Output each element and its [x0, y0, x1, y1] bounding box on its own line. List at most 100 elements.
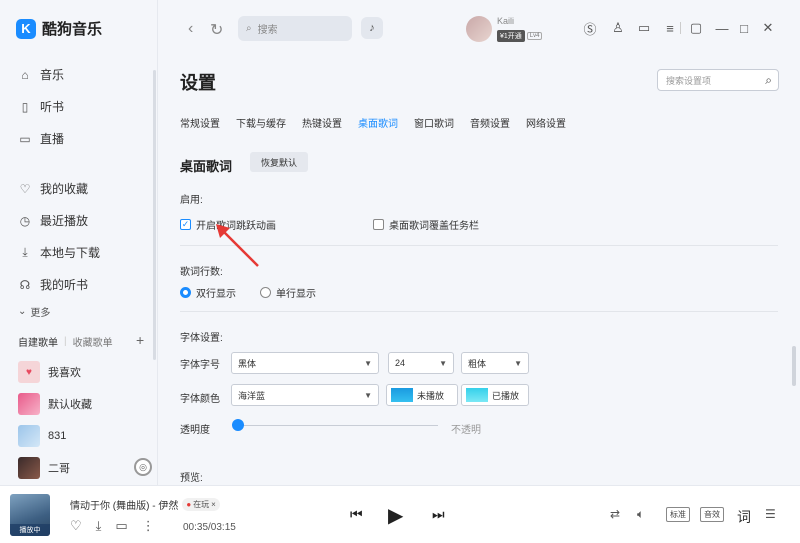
clock-icon: ◷ — [19, 213, 31, 228]
playlist-item[interactable]: 默认收藏 — [18, 393, 92, 415]
font-size-select[interactable]: 24 ▼ — [388, 352, 454, 374]
cover-taskbar-checkbox[interactable]: 桌面歌词覆盖任务栏 — [373, 217, 479, 232]
player-bar: 播放中 情动于你 (舞曲版) - 伊然 ● 在玩 × ♡ ⤓ ▭ ⋮ 00:35… — [0, 485, 800, 543]
level-badge: Lv4 — [526, 32, 543, 40]
playlist-tabs: 自建歌单 | 收藏歌单 — [18, 334, 113, 349]
sidebar-item-local[interactable]: ⤓ 本地与下载 — [18, 244, 100, 261]
opaque-label: 不透明 — [451, 425, 481, 436]
voice-search-button[interactable]: ♪ — [361, 17, 383, 39]
reset-default-button[interactable]: 恢复默认 — [250, 152, 308, 172]
avatar[interactable] — [466, 16, 492, 42]
app-logo[interactable]: K 酷狗音乐 — [16, 18, 102, 39]
maximize-icon[interactable]: □ — [736, 20, 752, 36]
tab-network[interactable]: 网络设置 — [526, 115, 566, 130]
back-icon[interactable]: ‹ — [188, 20, 193, 38]
minimize-icon[interactable]: — — [714, 20, 730, 36]
playlist-item[interactable]: 831 — [18, 425, 66, 447]
annotation-arrow-icon — [216, 224, 259, 267]
divider — [680, 22, 681, 34]
download-icon[interactable]: ⤓ — [96, 518, 102, 534]
repeat-icon[interactable]: ⇄ — [610, 507, 620, 521]
tab-separator: | — [64, 336, 67, 347]
sidebar-item-my-audiobooks[interactable]: ☊ 我的听书 — [18, 276, 88, 293]
tab-created-playlists[interactable]: 自建歌单 — [18, 334, 58, 349]
add-playlist-icon[interactable]: + — [136, 332, 144, 348]
playlist-item[interactable]: 二哥 — [18, 457, 70, 479]
playlist-queue-icon[interactable]: ☰ — [765, 507, 776, 521]
more-icon[interactable]: ⋮ — [142, 518, 155, 534]
message-icon[interactable]: ▭ — [636, 20, 652, 36]
search-input[interactable]: ⌕ 搜索 — [238, 16, 352, 41]
lyrics-button[interactable]: 词 — [737, 507, 751, 527]
volume-icon[interactable]: 🔈︎ — [637, 507, 644, 522]
play-icon[interactable]: ▶ — [388, 503, 403, 528]
radio-unselected-icon — [260, 287, 271, 298]
album-cover[interactable]: 播放中 — [10, 494, 50, 536]
sidebar-item-live[interactable]: ▭ 直播 — [18, 130, 64, 147]
tab-download-cache[interactable]: 下载与缓存 — [236, 115, 286, 130]
font-weight-select[interactable]: 粗体 ▼ — [461, 352, 529, 374]
double-line-radio[interactable]: 双行显示 — [180, 285, 236, 300]
sidebar-scrollbar[interactable] — [153, 70, 156, 360]
mini-mode-icon[interactable]: ▢ — [688, 20, 704, 36]
menu-icon[interactable]: ≡ — [662, 20, 678, 36]
tab-general[interactable]: 常规设置 — [180, 115, 220, 130]
playlist-cover — [18, 457, 40, 479]
opacity-slider-track[interactable] — [238, 425, 438, 426]
disc-icon[interactable]: ◎ — [134, 458, 152, 476]
sidebar-item-music[interactable]: ⌂ 音乐 — [18, 66, 64, 83]
close-icon[interactable]: × — [211, 500, 216, 509]
content-scrollbar[interactable] — [792, 346, 796, 386]
chevron-down-icon: ▼ — [364, 358, 372, 368]
sidebar-item-label: 本地与下载 — [40, 246, 101, 260]
opacity-slider-handle[interactable] — [232, 419, 244, 431]
tab-desktop-lyrics[interactable]: 桌面歌词 — [358, 115, 398, 130]
font-size-label: 字体字号 — [180, 360, 220, 371]
section-title: 桌面歌词 — [180, 159, 233, 174]
listening-badge[interactable]: ● 在玩 × — [182, 498, 220, 511]
tab-hotkeys[interactable]: 热键设置 — [302, 115, 342, 130]
song-info[interactable]: 情动于你 (舞曲版) - 伊然 ● 在玩 × — [70, 497, 220, 512]
sidebar-item-label: 我的听书 — [40, 278, 89, 292]
close-icon[interactable]: ✕ — [760, 20, 776, 36]
font-color-select[interactable]: 海洋蓝 ▼ — [231, 384, 379, 406]
font-family-select[interactable]: 黑体 ▼ — [231, 352, 379, 374]
playback-time: 00:35/03:15 — [183, 522, 236, 533]
username[interactable]: Kaili — [497, 16, 514, 26]
heart-icon[interactable]: ♡ — [70, 518, 82, 534]
tab-audio[interactable]: 音频设置 — [470, 115, 510, 130]
more-button[interactable]: ⌄ 更多 — [18, 304, 50, 319]
comment-icon[interactable]: ▭ — [115, 518, 127, 534]
played-color-button[interactable]: 已播放 — [461, 384, 529, 406]
tab-collected-playlists[interactable]: 收藏歌单 — [73, 334, 113, 349]
font-settings-label: 字体设置: — [180, 333, 223, 344]
sidebar-item-audiobooks[interactable]: ▯ 听书 — [18, 98, 64, 115]
sidebar-item-recent[interactable]: ◷ 最近播放 — [18, 212, 88, 229]
sidebar-item-favorites[interactable]: ♡ 我的收藏 — [18, 180, 88, 197]
chevron-down-icon: ▼ — [514, 358, 522, 368]
color-swatch — [466, 388, 488, 402]
settings-search-input[interactable]: 搜索设置项 ⌕ — [657, 69, 779, 91]
select-value: 粗体 — [468, 358, 487, 369]
quality-button[interactable]: 标准 — [666, 507, 690, 522]
select-value: 海洋蓝 — [238, 390, 266, 401]
sound-effect-button[interactable]: 音效 — [700, 507, 724, 522]
playlist-item[interactable]: ♥ 我喜欢 — [18, 361, 81, 383]
select-value: 黑体 — [238, 358, 257, 369]
previous-icon[interactable]: ⏮ — [350, 506, 363, 523]
tab-window-lyrics[interactable]: 窗口歌词 — [414, 115, 454, 130]
search-icon[interactable]: ⌕ — [765, 73, 772, 88]
next-icon[interactable]: ⏭ — [432, 506, 445, 523]
tv-icon: ▭ — [19, 131, 31, 146]
unplayed-color-button[interactable]: 未播放 — [386, 384, 458, 406]
vip-icon[interactable]: Ⓢ — [582, 20, 598, 37]
app-name: 酷狗音乐 — [42, 21, 103, 38]
unplayed-label: 未播放 — [417, 390, 445, 401]
vip-badge[interactable]: ¥1开通 Lv4 — [497, 30, 543, 42]
skin-icon[interactable]: ♙ — [610, 20, 626, 36]
radio-label: 双行显示 — [196, 289, 236, 300]
refresh-icon[interactable]: ↻ — [210, 20, 223, 40]
chevron-down-icon: ▼ — [364, 390, 372, 400]
playlist-label: 默认收藏 — [48, 399, 92, 411]
single-line-radio[interactable]: 单行显示 — [260, 285, 316, 300]
